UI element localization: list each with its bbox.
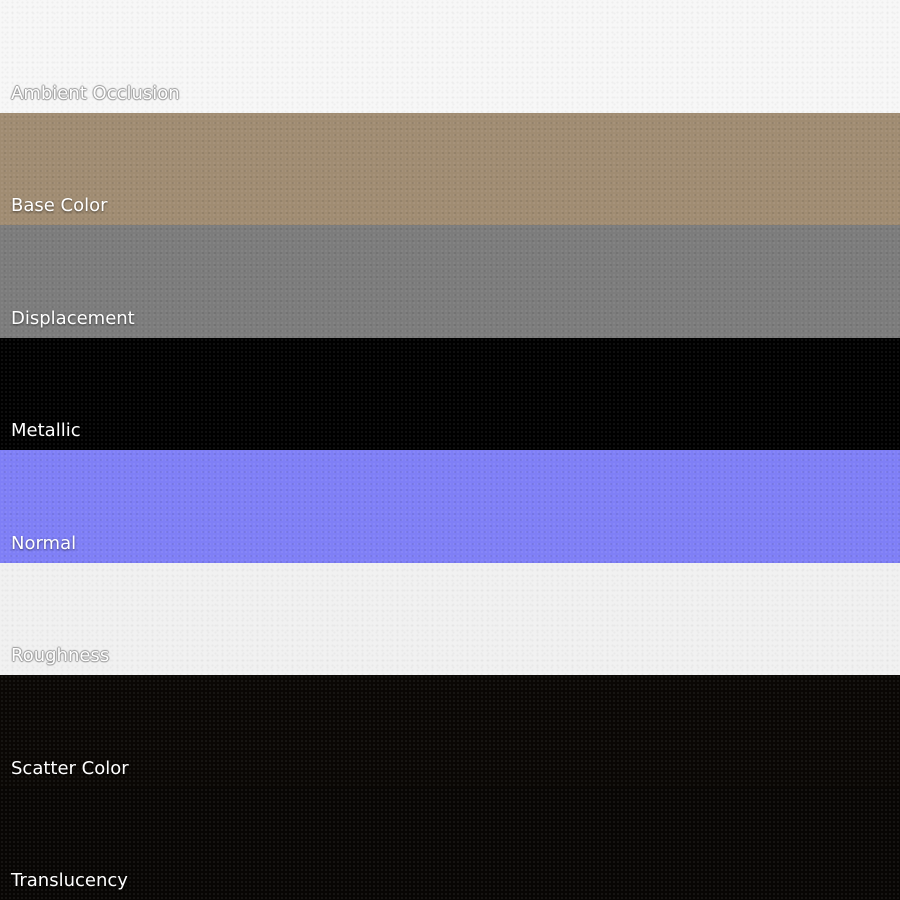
band-translucency: Translucency <box>0 787 900 900</box>
texture-map-strip: Ambient Occlusion Base Color Displacemen… <box>0 0 900 900</box>
map-label: Scatter Color <box>11 757 129 779</box>
band-normal: Normal <box>0 450 900 563</box>
texture-swatch <box>0 787 900 900</box>
texture-swatch <box>0 112 900 225</box>
map-label: Roughness <box>11 645 110 666</box>
map-label: Ambient Occlusion <box>11 82 180 104</box>
texture-swatch <box>0 450 900 563</box>
band-ambient-occlusion: Ambient Occlusion <box>0 0 900 113</box>
band-metallic: Metallic <box>0 337 900 450</box>
map-label: Base Color <box>11 195 108 216</box>
map-label: Displacement <box>11 307 135 329</box>
texture-swatch <box>0 225 900 338</box>
band-displacement: Displacement <box>0 225 900 338</box>
band-roughness: Roughness <box>0 562 900 675</box>
band-scatter-color: Scatter Color <box>0 675 900 788</box>
texture-swatch <box>0 675 900 788</box>
map-label: Translucency <box>11 870 128 891</box>
map-label: Normal <box>11 532 77 554</box>
map-label: Metallic <box>11 420 81 441</box>
texture-swatch <box>0 337 900 450</box>
band-base-color: Base Color <box>0 112 900 225</box>
texture-swatch <box>0 562 900 675</box>
